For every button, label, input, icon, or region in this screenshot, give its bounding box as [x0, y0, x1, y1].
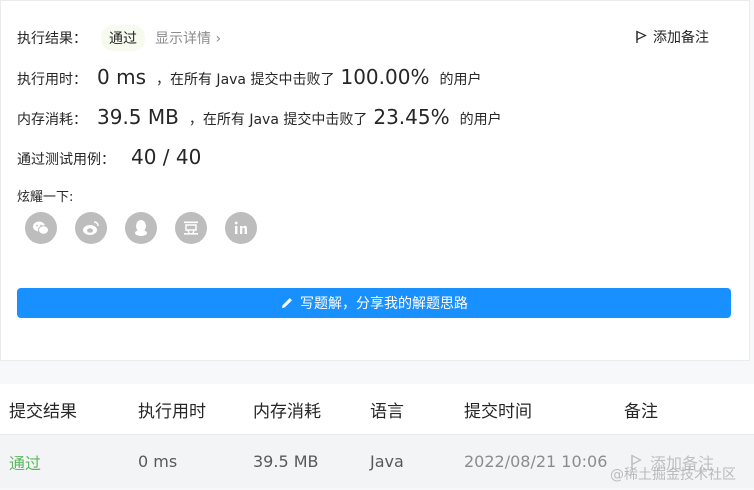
header-memory: 内存消耗 — [253, 401, 321, 422]
pencil-icon — [282, 298, 292, 308]
header-runtime: 执行用时 — [138, 401, 206, 422]
share-label: 炫耀一下: — [17, 190, 74, 205]
runtime-text: ，在所有 Java 提交中击败了 — [155, 72, 335, 88]
watermark: @稀土掘金技术社区 — [610, 467, 736, 483]
linkedin-icon[interactable] — [225, 212, 257, 244]
header-submit-time: 提交时间 — [464, 401, 532, 422]
header-language: 语言 — [370, 401, 404, 422]
header-note: 备注 — [624, 401, 658, 422]
row-status-link[interactable]: 通过 — [9, 450, 41, 474]
douban-icon[interactable] — [175, 212, 207, 244]
row-submit-time: 2022/08/21 10:06 — [464, 452, 608, 471]
runtime-percent: 100.00% — [340, 65, 430, 89]
row-language: Java — [370, 452, 404, 471]
header-status: 提交结果 — [9, 401, 77, 422]
write-solution-button[interactable]: 写题解，分享我的解题思路 — [17, 288, 731, 318]
add-note-label: 添加备注 — [653, 30, 709, 46]
memory-text: ，在所有 Java 提交中击败了 — [188, 112, 368, 128]
runtime-value: 0 ms — [97, 65, 146, 89]
tests-label: 通过测试用例： — [17, 152, 115, 168]
write-solution-label: 写题解，分享我的解题思路 — [300, 296, 468, 312]
memory-value: 39.5 MB — [97, 105, 179, 129]
flag-icon — [636, 30, 647, 43]
runtime-suffix: 的用户 — [439, 72, 482, 88]
table-header: 提交结果 执行用时 内存消耗 语言 提交时间 备注 — [0, 384, 754, 434]
memory-label: 内存消耗： — [17, 112, 87, 128]
result-label: 执行结果： — [17, 31, 87, 47]
memory-row: 内存消耗： 39.5 MB ，在所有 Java 提交中击败了 23.45% 的用… — [17, 105, 502, 129]
status-badge: 通过 — [101, 25, 145, 51]
tests-row: 通过测试用例： 40 / 40 — [17, 145, 211, 169]
share-icons — [25, 212, 275, 244]
result-row: 执行结果： 通过 显示详情 › — [17, 25, 221, 51]
result-card: 执行结果： 通过 显示详情 › 添加备注 执行用时： 0 ms ，在所有 Jav… — [0, 0, 750, 361]
tests-value: 40 / 40 — [131, 145, 202, 169]
runtime-label: 执行用时： — [17, 72, 87, 88]
memory-percent: 23.45% — [373, 105, 450, 129]
row-runtime: 0 ms — [138, 452, 178, 471]
qq-icon[interactable] — [125, 212, 157, 244]
show-details-link[interactable]: 显示详情 › — [155, 28, 221, 48]
row-memory: 39.5 MB — [253, 452, 319, 471]
add-note-button[interactable]: 添加备注 — [635, 27, 709, 47]
memory-suffix: 的用户 — [459, 112, 502, 128]
weibo-icon[interactable] — [75, 212, 107, 244]
runtime-row: 执行用时： 0 ms ，在所有 Java 提交中击败了 100.00% 的用户 — [17, 65, 481, 89]
wechat-icon[interactable] — [25, 212, 57, 244]
